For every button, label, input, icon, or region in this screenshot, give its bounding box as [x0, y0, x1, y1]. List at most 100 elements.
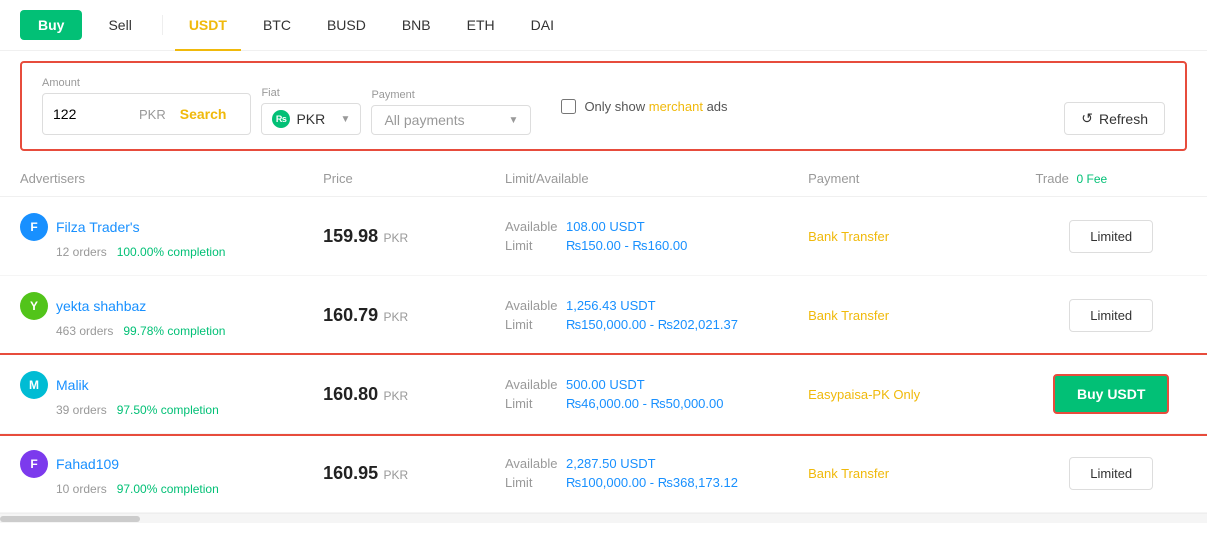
advertiser-name[interactable]: Fahad109: [56, 456, 119, 472]
payment-group: Payment All payments ▼: [371, 89, 531, 135]
advertiser-info: M Malik 39 orders 97.50% completion: [20, 371, 323, 417]
fiat-currency: PKR: [296, 111, 334, 127]
limit-label: Limit: [505, 475, 560, 490]
limit-col: Available 500.00 USDT Limit ₨46,000.00 -…: [505, 377, 808, 411]
col-payment: Payment: [808, 171, 1035, 186]
refresh-icon: ↺: [1081, 110, 1093, 127]
refresh-button[interactable]: ↺ Refresh: [1064, 102, 1165, 135]
limit-label: Limit: [505, 317, 560, 332]
advertiser-name-row: F Filza Trader's: [20, 213, 323, 241]
scrollbar-thumb: [0, 516, 140, 522]
advertiser-name[interactable]: yekta shahbaz: [56, 298, 146, 314]
price-unit: PKR: [380, 310, 408, 324]
limited-button[interactable]: Limited: [1069, 457, 1153, 490]
payment-col: Bank Transfer: [808, 308, 1035, 323]
advertiser-name-row: F Fahad109: [20, 450, 323, 478]
orders-info: 39 orders 97.50% completion: [20, 403, 323, 417]
tab-dai[interactable]: DAI: [517, 10, 568, 40]
limit-row: Limit ₨100,000.00 - ₨368,173.12: [505, 475, 808, 490]
table-row: M Malik 39 orders 97.50% completion 160.…: [0, 355, 1207, 434]
tab-busd[interactable]: BUSD: [313, 10, 380, 40]
price-col: 159.98 PKR: [323, 226, 505, 247]
fiat-chevron-icon: ▼: [341, 114, 351, 125]
fiat-icon: ₨: [272, 110, 290, 128]
top-bar: Buy Sell USDT BTC BUSD BNB ETH DAI: [0, 0, 1207, 51]
limit-range: ₨150,000.00 - ₨202,021.37: [566, 317, 738, 332]
available-row: Available 108.00 USDT: [505, 219, 808, 234]
filter-bar: Amount PKR Search Fiat ₨ PKR ▼ Payment A…: [20, 61, 1187, 151]
limit-range: ₨100,000.00 - ₨368,173.12: [566, 475, 738, 490]
col-advertisers: Advertisers: [20, 171, 323, 186]
scrollbar[interactable]: [0, 513, 1207, 523]
table-row: F Filza Trader's 12 orders 100.00% compl…: [0, 197, 1207, 276]
advertiser-name[interactable]: Filza Trader's: [56, 219, 140, 235]
payment-select[interactable]: All payments ▼: [371, 105, 531, 135]
payment-chevron-icon: ▼: [509, 115, 519, 126]
available-label: Available: [505, 377, 560, 392]
payment-label: Payment: [371, 89, 531, 101]
price-unit: PKR: [380, 231, 408, 245]
limit-label: Limit: [505, 238, 560, 253]
sell-tab-button[interactable]: Sell: [90, 10, 149, 40]
avatar: F: [20, 213, 48, 241]
merchant-text: Only show merchant ads: [584, 99, 727, 114]
tab-eth[interactable]: ETH: [453, 10, 509, 40]
table-row: F Fahad109 10 orders 97.00% completion 1…: [0, 434, 1207, 513]
avatar: M: [20, 371, 48, 399]
orders-info: 463 orders 99.78% completion: [20, 324, 323, 338]
completion: 100.00% completion: [117, 245, 226, 259]
search-button[interactable]: Search: [166, 100, 241, 128]
available-value: 2,287.50 USDT: [566, 456, 656, 471]
merchant-checkbox[interactable]: [561, 99, 576, 114]
tab-bnb[interactable]: BNB: [388, 10, 445, 40]
payment-col: Easypaisa-PK Only: [808, 387, 1035, 402]
advertiser-info: Y yekta shahbaz 463 orders 99.78% comple…: [20, 292, 323, 338]
fee-badge: 0 Fee: [1077, 172, 1108, 186]
available-label: Available: [505, 456, 560, 471]
amount-input-wrap: PKR Search: [42, 93, 251, 135]
available-row: Available 1,256.43 USDT: [505, 298, 808, 313]
buy-tab-button[interactable]: Buy: [20, 10, 82, 40]
avatar: Y: [20, 292, 48, 320]
available-row: Available 500.00 USDT: [505, 377, 808, 392]
advertiser-name[interactable]: Malik: [56, 377, 89, 393]
available-row: Available 2,287.50 USDT: [505, 456, 808, 471]
merchant-check-group: Only show merchant ads: [561, 99, 727, 114]
table-row: Y yekta shahbaz 463 orders 99.78% comple…: [0, 276, 1207, 355]
orders-info: 12 orders 100.00% completion: [20, 245, 323, 259]
limit-col: Available 1,256.43 USDT Limit ₨150,000.0…: [505, 298, 808, 332]
price-col: 160.95 PKR: [323, 463, 505, 484]
amount-input[interactable]: [53, 106, 133, 122]
limit-row: Limit ₨46,000.00 - ₨50,000.00: [505, 396, 808, 411]
limit-row: Limit ₨150,000.00 - ₨202,021.37: [505, 317, 808, 332]
limit-range: ₨46,000.00 - ₨50,000.00: [566, 396, 724, 411]
available-value: 500.00 USDT: [566, 377, 645, 392]
payment-col: Bank Transfer: [808, 466, 1035, 481]
limited-button[interactable]: Limited: [1069, 220, 1153, 253]
available-label: Available: [505, 298, 560, 313]
advertiser-name-row: M Malik: [20, 371, 323, 399]
available-label: Available: [505, 219, 560, 234]
trade-col: Buy USDT: [1035, 374, 1187, 414]
advertiser-info: F Fahad109 10 orders 97.00% completion: [20, 450, 323, 496]
table-header: Advertisers Price Limit/Available Paymen…: [0, 161, 1207, 197]
fiat-select[interactable]: ₨ PKR ▼: [261, 103, 361, 135]
limit-label: Limit: [505, 396, 560, 411]
tab-btc[interactable]: BTC: [249, 10, 305, 40]
merchant-highlight: merchant: [649, 99, 703, 114]
trade-col: Limited: [1035, 457, 1187, 490]
advertiser-info: F Filza Trader's 12 orders 100.00% compl…: [20, 213, 323, 259]
payment-value: All payments: [384, 112, 502, 128]
col-price: Price: [323, 171, 505, 186]
available-value: 1,256.43 USDT: [566, 298, 656, 313]
tab-usdt[interactable]: USDT: [175, 10, 241, 40]
col-trade: Trade 0 Fee: [1035, 171, 1187, 186]
amount-group: Amount PKR Search: [42, 77, 251, 135]
available-value: 108.00 USDT: [566, 219, 645, 234]
table-body: F Filza Trader's 12 orders 100.00% compl…: [0, 197, 1207, 513]
payment-col: Bank Transfer: [808, 229, 1035, 244]
trade-col: Limited: [1035, 299, 1187, 332]
col-limit: Limit/Available: [505, 171, 808, 186]
buy-usdt-button[interactable]: Buy USDT: [1053, 374, 1169, 414]
limited-button[interactable]: Limited: [1069, 299, 1153, 332]
